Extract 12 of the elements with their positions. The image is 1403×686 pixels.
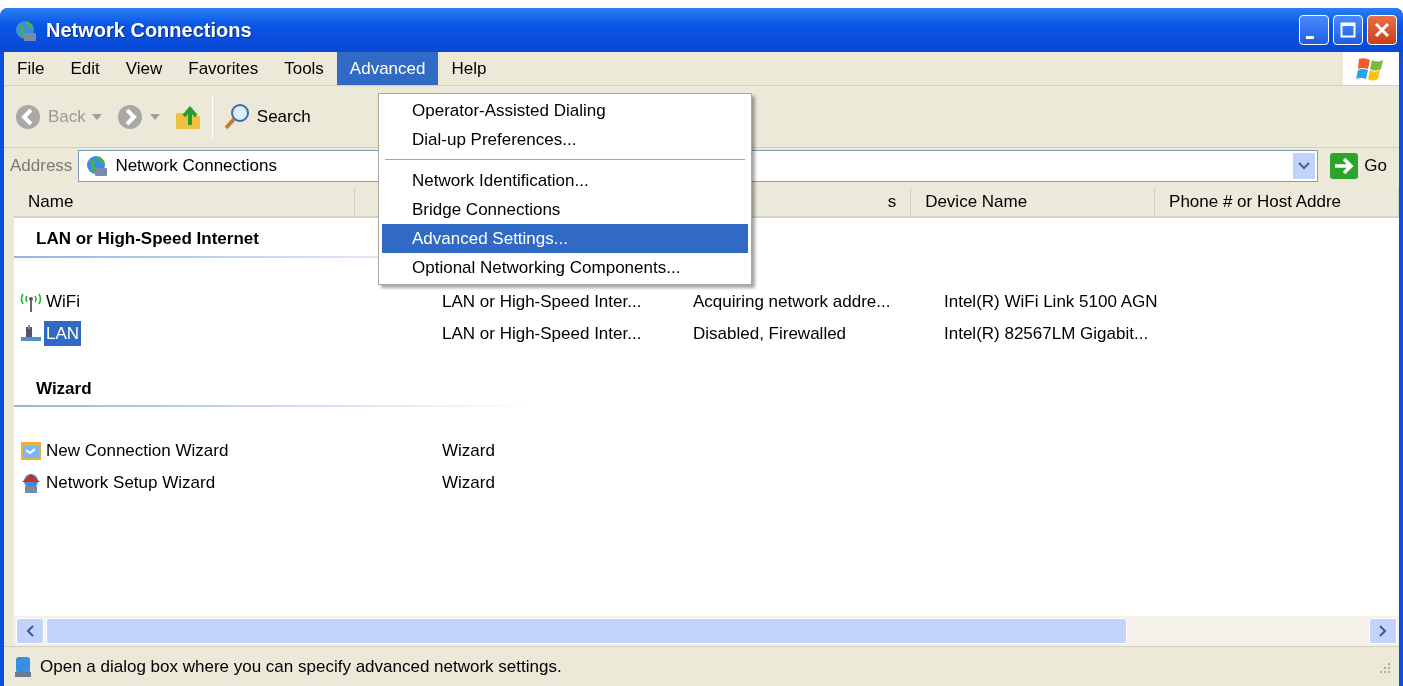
window-title: Network Connections bbox=[46, 18, 252, 43]
table-cell: LAN or High-Speed Inter... bbox=[442, 323, 642, 343]
table-cell: LAN or High-Speed Inter... bbox=[442, 291, 642, 311]
table-cell: Wizard bbox=[442, 473, 495, 493]
group-heading: Wizard bbox=[14, 371, 534, 407]
address-label: Address bbox=[10, 155, 73, 178]
status-text: Open a dialog box where you can specify advanced network settings. bbox=[40, 655, 563, 678]
table-cell: Wizard bbox=[442, 441, 495, 461]
table-cell: Disabled, Firewalled bbox=[693, 323, 847, 343]
table-cell: Intel(R) WiFi Link 5100 AGN bbox=[944, 291, 1158, 311]
table-cell: Intel(R) 82567LM Gigabit... bbox=[944, 323, 1149, 343]
table-cell: Acquiring network addre... bbox=[693, 291, 891, 311]
